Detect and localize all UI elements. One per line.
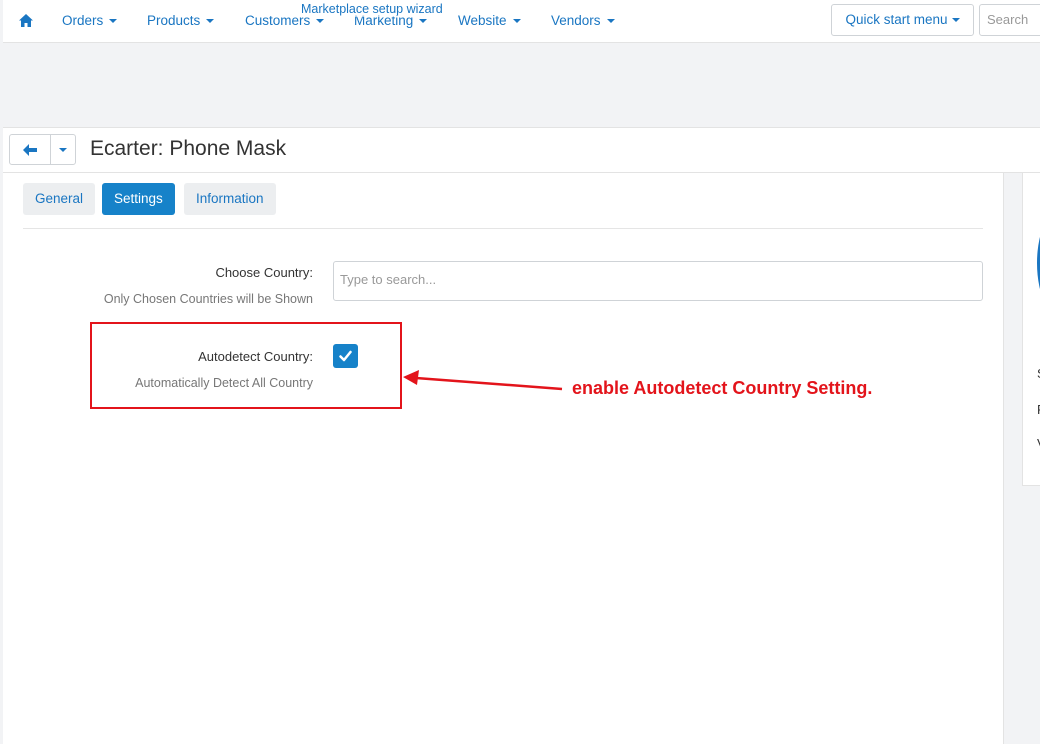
annotation-highlight-box — [90, 322, 402, 409]
chevron-down-icon — [419, 19, 428, 24]
nav-vendors-label: Vendors — [551, 13, 601, 28]
choose-country-hint: Only Chosen Countries will be Shown — [103, 292, 313, 306]
nav-website[interactable]: Website — [458, 0, 521, 42]
search-input[interactable]: Search — [979, 4, 1040, 36]
back-button[interactable] — [9, 134, 51, 165]
annotation-arrow — [403, 370, 563, 391]
tab-information[interactable]: Information — [184, 183, 276, 215]
tabs-divider — [23, 228, 983, 229]
main-content: General Settings Information Choose Coun… — [3, 173, 1004, 744]
tab-general[interactable]: General — [23, 183, 96, 215]
choose-country-label: Choose Country: — [215, 265, 313, 280]
country-search-input[interactable]: Type to search... — [333, 261, 983, 301]
chevron-down-icon — [951, 18, 960, 23]
page-title: Ecarter: Phone Mask — [90, 137, 287, 160]
nav-orders[interactable]: Orders — [62, 0, 118, 42]
actions-dropdown-button[interactable] — [50, 134, 76, 165]
nav-vendors[interactable]: Vendors — [551, 0, 615, 42]
side-panel: S F V — [1022, 173, 1040, 486]
chevron-down-icon — [606, 19, 615, 24]
chevron-down-icon — [512, 19, 521, 24]
chevron-down-icon — [109, 19, 118, 24]
page-title-bar: Ecarter: Phone Mask — [3, 127, 1040, 173]
quick-start-menu-button[interactable]: Quick start menu — [831, 4, 974, 36]
arrow-left-icon — [23, 144, 37, 156]
annotation-text: enable Autodetect Country Setting. — [572, 378, 873, 398]
nav-website-label: Website — [458, 13, 507, 28]
top-navbar: Orders Products Customers Marketing Webs… — [3, 0, 1040, 43]
chevron-down-icon — [316, 19, 325, 24]
quick-start-label: Quick start menu — [845, 12, 948, 27]
tab-settings[interactable]: Settings — [102, 183, 175, 215]
home-icon[interactable] — [19, 14, 33, 27]
nav-products-label: Products — [147, 13, 201, 28]
nav-orders-label: Orders — [62, 13, 104, 28]
chevron-down-icon — [206, 19, 215, 24]
marketplace-wizard-link[interactable]: Marketplace setup wizard — [301, 2, 443, 17]
chevron-down-icon — [59, 148, 67, 152]
nav-products[interactable]: Products — [147, 0, 215, 42]
